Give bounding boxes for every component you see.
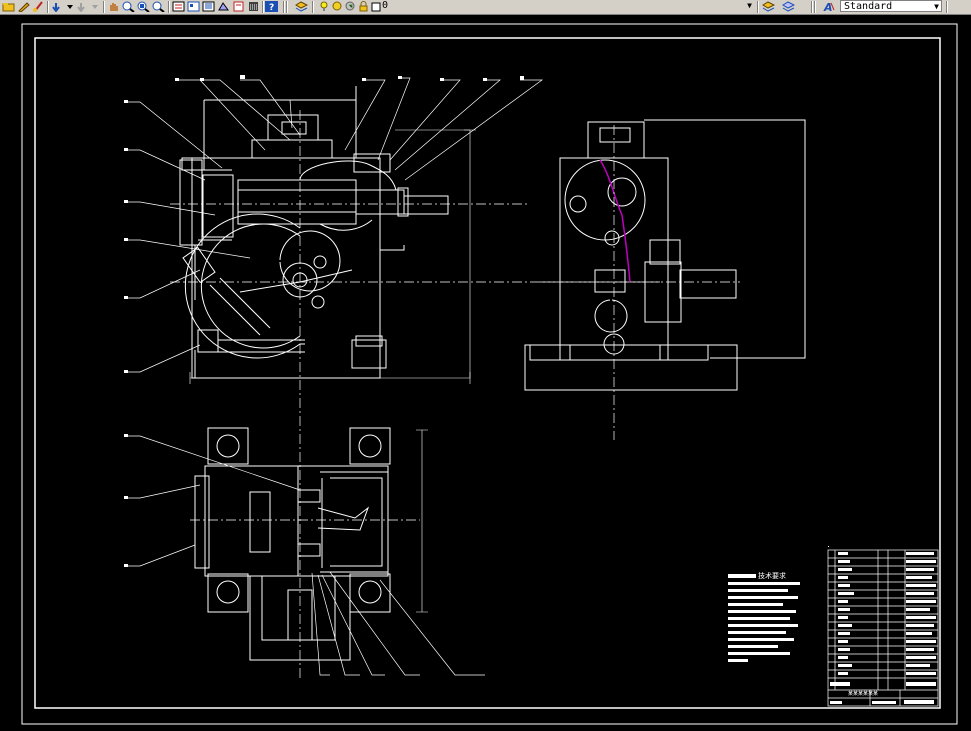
pencil-icon[interactable]: [17, 1, 30, 12]
text-style-dropdown[interactable]: Standard ▼: [840, 0, 942, 12]
make-object-layer-current-icon[interactable]: [762, 1, 775, 12]
layer-manager-icon[interactable]: [295, 1, 308, 12]
chevron-down-icon[interactable]: ▼: [747, 0, 752, 12]
redo-icon[interactable]: [76, 1, 89, 12]
light-bulb-icon[interactable]: [318, 1, 331, 12]
lock-icon[interactable]: [357, 1, 370, 12]
layer-previous-icon[interactable]: [782, 1, 795, 12]
layer-dropdown[interactable]: 0 ▼: [382, 0, 754, 12]
tool-palettes-icon[interactable]: [202, 1, 215, 12]
cad-drawing: 技术要求 某某某某某某: [21, 23, 958, 725]
zoom-realtime-icon[interactable]: [122, 1, 135, 12]
top-view: [194, 427, 391, 661]
tech-req-title: 技术要求: [758, 571, 786, 580]
properties-icon[interactable]: [172, 1, 185, 12]
svg-text:A: A: [823, 1, 833, 12]
text-style-value: Standard: [844, 1, 893, 12]
title-block-name: 某某某某某某: [848, 691, 878, 697]
design-center-icon[interactable]: [187, 1, 200, 12]
top-dimensions: [416, 429, 428, 613]
side-center-lines: [540, 125, 740, 440]
sheet-outer-border: [21, 23, 958, 725]
front-dimensions: [189, 129, 476, 384]
brush-icon[interactable]: [32, 1, 45, 12]
pan-icon[interactable]: [107, 1, 120, 12]
title-block-entries: [828, 546, 936, 704]
zoom-previous-icon[interactable]: [152, 1, 165, 12]
viewport-freeze-icon[interactable]: [344, 1, 357, 12]
svg-text:?: ?: [269, 3, 274, 12]
text-style-icon[interactable]: A: [823, 1, 836, 12]
zoom-window-icon[interactable]: [137, 1, 150, 12]
side-view: [524, 119, 806, 391]
sheet-set-icon[interactable]: [217, 1, 230, 12]
redo-dropdown-icon[interactable]: [89, 1, 102, 12]
chevron-down-icon[interactable]: ▼: [934, 1, 939, 13]
sun-freeze-icon[interactable]: [331, 1, 344, 12]
open-icon[interactable]: [2, 1, 15, 12]
top-leader-dots: [124, 434, 128, 567]
undo-icon[interactable]: [51, 1, 64, 12]
drawing-canvas[interactable]: 技术要求 某某某某某某: [0, 15, 971, 727]
calculator-icon[interactable]: [247, 1, 260, 12]
sheet-inner-frame: [34, 37, 941, 709]
layer-dropdown-value: 0: [382, 0, 389, 11]
cad-toolbar: ? 0 ▼ A Standard ▼: [0, 0, 971, 15]
help-icon[interactable]: ?: [265, 1, 278, 12]
technical-requirements: 技术要求: [728, 571, 800, 662]
markup-icon[interactable]: [232, 1, 245, 12]
front-leader-lines: [124, 77, 544, 373]
